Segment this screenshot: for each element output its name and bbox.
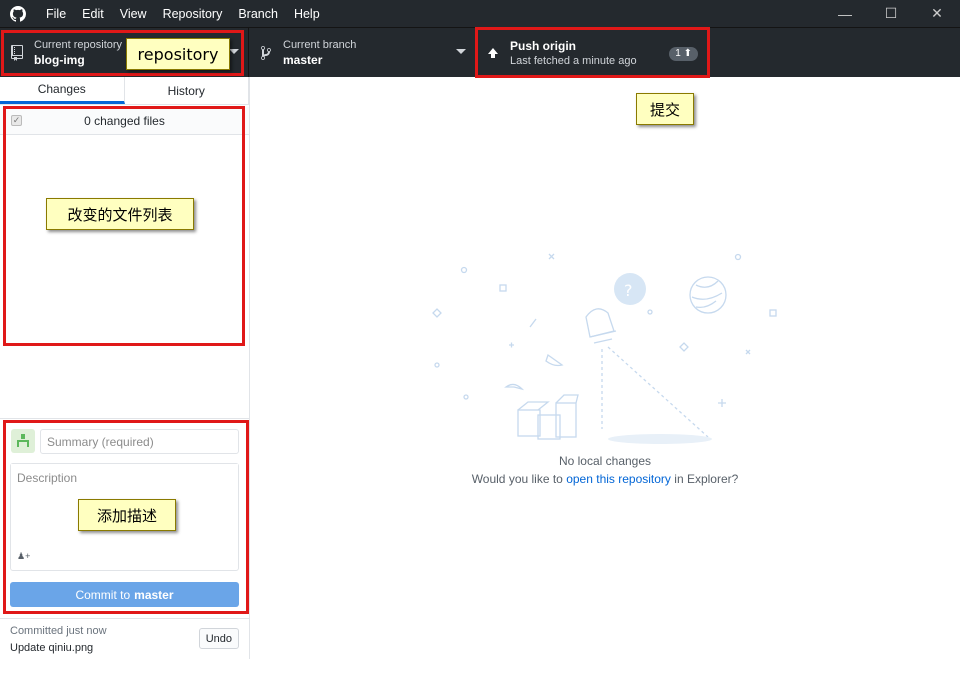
minimize-button[interactable]: — xyxy=(822,0,868,27)
annotation-label-files: 改变的文件列表 xyxy=(46,198,194,230)
open-suffix: in Explorer? xyxy=(674,472,739,486)
close-icon: ✕ xyxy=(931,5,943,21)
no-changes-title: No local changes xyxy=(558,454,652,468)
branch-title: Current branch xyxy=(283,39,357,51)
chevron-down-icon xyxy=(456,49,466,54)
last-commit-message: Update qiniu.png xyxy=(10,642,94,654)
tab-changes[interactable]: Changes xyxy=(0,77,125,104)
maximize-button[interactable]: ☐ xyxy=(868,0,914,27)
last-commit-time: Committed just now xyxy=(10,625,107,637)
svg-text:?: ? xyxy=(624,281,633,300)
menu-help[interactable]: Help xyxy=(294,7,320,21)
current-branch-button[interactable]: Current branch master xyxy=(249,28,476,78)
branch-name: master xyxy=(283,53,323,67)
last-commit-bar: Committed just now Update qiniu.png Undo xyxy=(0,618,249,659)
main-panel: ? No local changes Would you like to ope… xyxy=(250,77,960,659)
minimize-icon: — xyxy=(838,5,852,22)
menu-view[interactable]: View xyxy=(120,7,147,21)
annotation-box-push xyxy=(475,27,710,78)
undo-button[interactable]: Undo xyxy=(198,628,239,649)
menu-branch[interactable]: Branch xyxy=(238,7,278,21)
maximize-icon: ☐ xyxy=(884,5,898,21)
open-repository-link[interactable]: open this repository xyxy=(566,472,671,486)
no-changes-illustration: ? xyxy=(432,253,777,444)
menu-repository[interactable]: Repository xyxy=(163,7,223,21)
branch-icon xyxy=(261,45,271,60)
close-button[interactable]: ✕ xyxy=(914,0,960,27)
tab-history[interactable]: History xyxy=(125,77,249,104)
window-controls: — ☐ ✕ xyxy=(822,0,960,27)
title-bar: File Edit View Repository Branch Help — … xyxy=(0,0,960,27)
github-logo-icon xyxy=(10,5,26,22)
annotation-label-description: 添加描述 xyxy=(78,499,176,531)
menu-edit[interactable]: Edit xyxy=(82,7,104,21)
open-prefix: Would you like to xyxy=(471,472,563,486)
annotation-label-repository: repository xyxy=(126,38,230,70)
open-repository-prompt: Would you like to open this repository i… xyxy=(250,472,960,486)
annotation-label-push: 提交 xyxy=(636,93,694,125)
tab-bar: Changes History xyxy=(0,77,249,105)
menu-file[interactable]: File xyxy=(46,7,66,21)
